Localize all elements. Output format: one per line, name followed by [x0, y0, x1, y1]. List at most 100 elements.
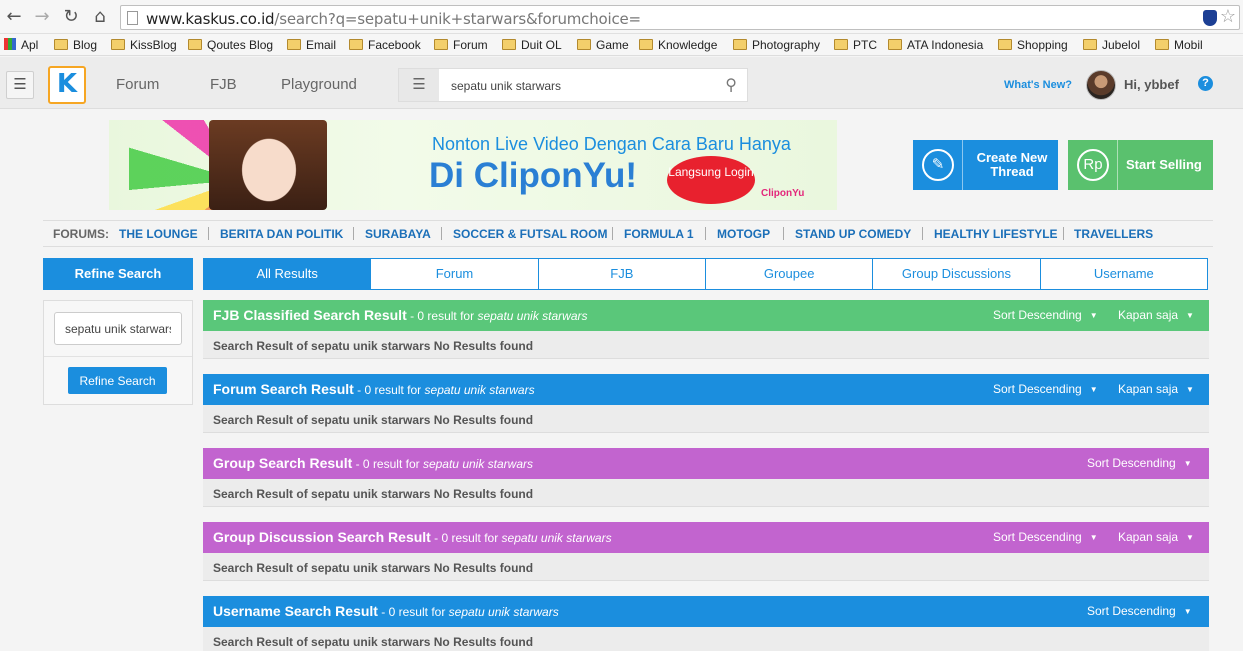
- bookmark-item[interactable]: Knowledge: [639, 37, 717, 53]
- caret-down-icon: ▼: [1089, 533, 1098, 542]
- reload-icon[interactable]: ↻: [60, 6, 82, 28]
- forum-link[interactable]: THE LOUNGE: [119, 227, 198, 241]
- section-empty-message: Search Result of sepatu unik starwars No…: [203, 331, 1209, 359]
- site-header: ☰ K Forum FJB Playground ☰ ⚲ What's New?…: [0, 57, 1243, 109]
- whats-new-link[interactable]: What's New?: [1004, 79, 1072, 91]
- section-count: - 0 result for: [353, 383, 425, 397]
- caret-down-icon: ▼: [1183, 607, 1192, 616]
- section-empty-message: Search Result of sepatu unik starwars No…: [203, 405, 1209, 433]
- forward-arrow-icon[interactable]: →: [31, 6, 53, 28]
- home-icon[interactable]: ⌂: [89, 6, 111, 28]
- forum-link[interactable]: STAND UP COMEDY: [795, 227, 911, 241]
- time-dropdown[interactable]: Kapan saja ▼: [1118, 530, 1194, 544]
- bookmark-item[interactable]: Photography: [733, 37, 820, 53]
- bookmark-item[interactable]: Forum: [434, 37, 488, 53]
- forum-link[interactable]: HEALTHY LIFESTYLE: [934, 227, 1058, 241]
- section-empty-message: Search Result of sepatu unik starwars No…: [203, 479, 1209, 507]
- tab-username[interactable]: Username: [1041, 259, 1207, 289]
- bookmark-star-icon[interactable]: ☆: [1220, 6, 1236, 27]
- search-icon[interactable]: ⚲: [725, 75, 737, 94]
- bookmark-item[interactable]: Shopping: [998, 37, 1068, 53]
- search-input[interactable]: [451, 77, 711, 95]
- caret-down-icon: ▼: [1183, 459, 1192, 468]
- folder-icon: [888, 39, 902, 50]
- kaskus-logo[interactable]: K: [48, 66, 86, 104]
- banner-line1: Nonton Live Video Dengan Cara Baru Hanya: [432, 134, 791, 154]
- section-title: FJB Classified Search Result: [213, 307, 407, 323]
- pencil-icon: ✎: [922, 149, 954, 181]
- sort-dropdown[interactable]: Sort Descending ▼: [1087, 456, 1192, 470]
- bookmark-item[interactable]: PTC: [834, 37, 877, 53]
- bookmark-apps[interactable]: Apl: [4, 37, 38, 53]
- sort-dropdown[interactable]: Sort Descending ▼: [993, 530, 1098, 544]
- bookmark-item[interactable]: Duit OL: [502, 37, 562, 53]
- section-empty-message: Search Result of sepatu unik starwars No…: [203, 553, 1209, 581]
- forum-link[interactable]: MOTOGP: [717, 227, 770, 241]
- user-greeting[interactable]: Hi, ybbef: [1124, 77, 1179, 92]
- section-header: FJB Classified Search Result - 0 result …: [203, 300, 1209, 331]
- forum-link[interactable]: SOCCER & FUTSAL ROOM: [453, 227, 607, 241]
- nav-fjb[interactable]: FJB: [210, 76, 237, 93]
- tab-fjb[interactable]: FJB: [539, 259, 706, 289]
- create-thread-label: Create New Thread: [976, 150, 1048, 179]
- folder-icon: [111, 39, 125, 50]
- section-title: Group Search Result: [213, 455, 353, 471]
- banner-ad[interactable]: Nonton Live Video Dengan Cara Baru Hanya…: [109, 120, 837, 210]
- help-icon[interactable]: ?: [1198, 76, 1213, 91]
- refine-search-panel: Refine Search: [43, 300, 193, 405]
- folder-icon: [188, 39, 202, 50]
- page-icon: [127, 11, 138, 25]
- bookmark-item[interactable]: Blog: [54, 37, 97, 53]
- sort-dropdown[interactable]: Sort Descending ▼: [993, 382, 1098, 396]
- tab-forum[interactable]: Forum: [371, 259, 539, 289]
- nav-forum[interactable]: Forum: [116, 76, 159, 93]
- avatar[interactable]: [1086, 70, 1116, 100]
- nav-playground[interactable]: Playground: [281, 76, 357, 93]
- forums-bar: FORUMS: THE LOUNGE BERITA DAN POLITIK SU…: [43, 220, 1213, 247]
- sort-dropdown[interactable]: Sort Descending ▼: [1087, 604, 1192, 618]
- folder-icon: [577, 39, 591, 50]
- url-path: /search?q=sepatu+unik+starwars&forumchoi…: [274, 10, 641, 28]
- time-dropdown[interactable]: Kapan saja ▼: [1118, 382, 1194, 396]
- address-bar[interactable]: www.kaskus.co.id/search?q=sepatu+unik+st…: [120, 5, 1240, 30]
- shield-icon[interactable]: [1203, 10, 1217, 26]
- section-count: - 0 result for: [377, 605, 449, 619]
- username-result-section: Username Search Result - 0 result for se…: [203, 596, 1209, 651]
- bookmark-item[interactable]: Email: [287, 37, 336, 53]
- bookmark-item[interactable]: Jubelol: [1083, 37, 1140, 53]
- bookmark-item[interactable]: ATA Indonesia: [888, 37, 983, 53]
- search-category-menu-icon[interactable]: ☰: [399, 69, 439, 101]
- forum-link[interactable]: TRAVELLERS: [1074, 227, 1153, 241]
- forum-link[interactable]: BERITA DAN POLITIK: [220, 227, 343, 241]
- create-thread-button[interactable]: ✎ Create New Thread: [913, 140, 1058, 190]
- bookmark-item[interactable]: Facebook: [349, 37, 421, 53]
- section-title: Username Search Result: [213, 603, 378, 619]
- tab-all-results[interactable]: All Results: [204, 259, 372, 289]
- rupiah-icon: Rp: [1077, 149, 1109, 181]
- section-header: Group Discussion Search Result - 0 resul…: [203, 522, 1209, 553]
- forum-result-section: Forum Search Result - 0 result for sepat…: [203, 374, 1209, 433]
- time-dropdown[interactable]: Kapan saja ▼: [1118, 308, 1194, 322]
- tab-group-discussions[interactable]: Group Discussions: [873, 259, 1041, 289]
- bookmark-item[interactable]: Mobil: [1155, 37, 1203, 53]
- bookmark-item[interactable]: Qoutes Blog: [188, 37, 273, 53]
- hamburger-menu-icon[interactable]: ☰: [6, 71, 34, 99]
- folder-icon: [998, 39, 1012, 50]
- section-header: Group Search Result - 0 result for sepat…: [203, 448, 1209, 479]
- forum-link[interactable]: FORMULA 1: [624, 227, 694, 241]
- sort-dropdown[interactable]: Sort Descending ▼: [993, 308, 1098, 322]
- bookmark-item[interactable]: Game: [577, 37, 629, 53]
- banner-login-button[interactable]: Langsung Login: [667, 156, 755, 204]
- start-selling-button[interactable]: Rp Start Selling: [1068, 140, 1213, 190]
- tab-groupee[interactable]: Groupee: [706, 259, 874, 289]
- url-text: www.kaskus.co.id/search?q=sepatu+unik+st…: [146, 10, 641, 28]
- bookmark-item[interactable]: KissBlog: [111, 37, 177, 53]
- section-count: - 0 result for: [430, 531, 502, 545]
- banner-line2: Di CliponYu!: [429, 156, 638, 195]
- refine-search-button[interactable]: Refine Search: [68, 367, 167, 394]
- caret-down-icon: ▼: [1089, 311, 1098, 320]
- refine-search-input[interactable]: [54, 312, 182, 345]
- caret-down-icon: ▼: [1186, 385, 1194, 394]
- forum-link[interactable]: SURABAYA: [365, 227, 431, 241]
- back-arrow-icon[interactable]: ←: [3, 6, 25, 28]
